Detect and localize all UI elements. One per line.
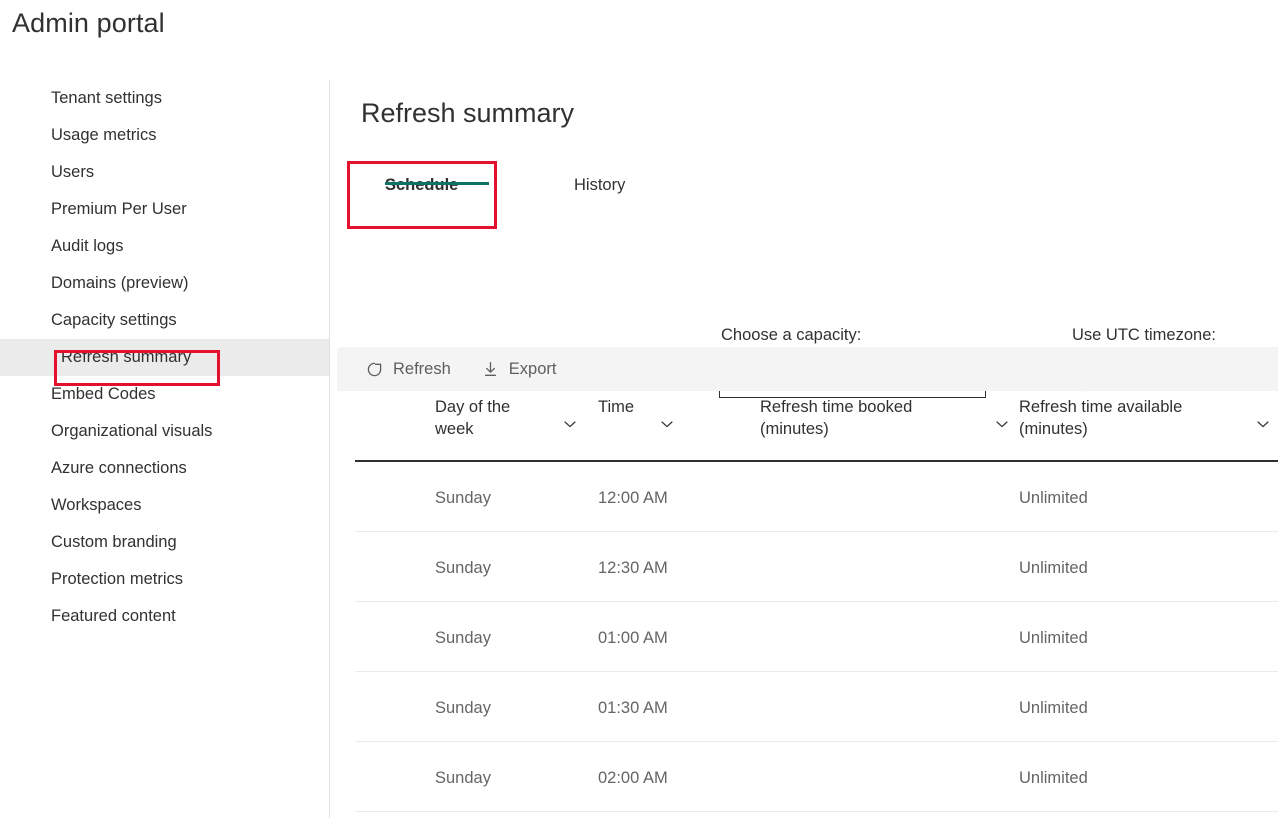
sidebar-item-label: Refresh summary — [61, 348, 192, 366]
refresh-schedule-table: Day of the week Time Refresh time booked… — [350, 391, 1278, 812]
sidebar-item-audit-logs[interactable]: Audit logs — [0, 228, 329, 265]
chevron-down-icon-time[interactable] — [660, 419, 674, 429]
table-row[interactable]: Sunday 12:30 AM Unlimited — [355, 532, 1278, 602]
sidebar-item-label: Embed Codes — [51, 385, 156, 403]
column-header-refresh-time-available: Refresh time available (minutes) — [1019, 397, 1229, 441]
sidebar-nav: Tenant settings Usage metrics Users Premium… — [0, 80, 329, 818]
column-header-day-of-week: Day of the week — [435, 397, 555, 441]
cell-day: Sunday — [435, 489, 491, 507]
sidebar-item-label: Protection metrics — [51, 570, 184, 588]
sidebar-item-label: Custom branding — [51, 533, 177, 551]
tab-history-label: History — [574, 176, 626, 194]
chevron-down-icon-available[interactable] — [1256, 419, 1270, 429]
sidebar-item-users[interactable]: Users — [0, 154, 329, 191]
column-header-time: Time — [598, 397, 634, 419]
capacity-label: Choose a capacity: — [721, 326, 862, 344]
cell-time: 12:30 AM — [598, 559, 668, 577]
sidebar-item-label: Featured content — [51, 607, 176, 625]
refresh-button[interactable]: Refresh — [365, 360, 451, 379]
cell-day: Sunday — [435, 769, 491, 787]
column-header-available-line2: (minutes) — [1019, 419, 1088, 438]
column-header-refresh-time-booked: Refresh time booked (minutes) — [760, 397, 960, 441]
sidebar-item-label: Workspaces — [51, 496, 142, 514]
sidebar-item-protection-metrics[interactable]: Protection metrics — [0, 561, 329, 598]
cell-time: 12:00 AM — [598, 489, 668, 507]
page-title: Refresh summary — [361, 98, 575, 128]
tab-active-underline — [385, 182, 489, 185]
sidebar-item-custom-branding[interactable]: Custom branding — [0, 524, 329, 561]
column-header-booked-line2: (minutes) — [760, 419, 829, 438]
sidebar-item-label: Domains (preview) — [51, 274, 189, 292]
tab-schedule[interactable]: Schedule — [385, 170, 489, 195]
cell-day: Sunday — [435, 629, 491, 647]
cell-time: 02:00 AM — [598, 769, 668, 787]
chevron-down-icon-booked[interactable] — [995, 419, 1009, 429]
table-body: Sunday 12:00 AM Unlimited Sunday 12:30 AM Unl… — [350, 462, 1278, 812]
sidebar-item-label: Azure connections — [51, 459, 187, 477]
sidebar-item-label: Premium Per User — [51, 200, 187, 218]
cell-available: Unlimited — [1019, 629, 1088, 647]
sidebar-item-premium-per-user[interactable]: Premium Per User — [0, 191, 329, 228]
sidebar-item-usage-metrics[interactable]: Usage metrics — [0, 117, 329, 154]
table-row[interactable]: Sunday 02:00 AM Unlimited — [355, 742, 1278, 812]
cell-time: 01:00 AM — [598, 629, 668, 647]
refresh-icon — [365, 360, 384, 379]
sidebar-item-capacity-settings[interactable]: Capacity settings — [0, 302, 329, 339]
sidebar-item-azure-connections[interactable]: Azure connections — [0, 450, 329, 487]
export-button[interactable]: Export — [481, 359, 557, 379]
table-toolbar: Refresh Export — [337, 347, 1278, 391]
sidebar-item-featured-content[interactable]: Featured content — [0, 598, 329, 635]
sidebar-item-organizational-visuals[interactable]: Organizational visuals — [0, 413, 329, 450]
sidebar-item-label: Audit logs — [51, 237, 124, 255]
sidebar-item-domains-preview[interactable]: Domains (preview) — [0, 265, 329, 302]
tab-history[interactable]: History — [574, 170, 625, 195]
cell-day: Sunday — [435, 699, 491, 717]
refresh-button-label: Refresh — [393, 359, 451, 378]
column-header-day-line2: week — [435, 419, 474, 438]
app-root: Admin portal Tenant settings Usage metric… — [0, 0, 1278, 818]
cell-available: Unlimited — [1019, 699, 1088, 717]
cell-day: Sunday — [435, 559, 491, 577]
cell-time: 01:30 AM — [598, 699, 668, 717]
sidebar-item-label: Usage metrics — [51, 126, 157, 144]
table-header-row: Day of the week Time Refresh time booked… — [355, 391, 1278, 462]
utc-timezone-label: Use UTC timezone: — [1072, 326, 1216, 344]
sidebar-item-label: Tenant settings — [51, 89, 162, 107]
table-row[interactable]: Sunday 12:00 AM Unlimited — [355, 462, 1278, 532]
export-button-label: Export — [508, 359, 557, 378]
column-header-booked-line1: Refresh time booked — [760, 398, 913, 416]
sidebar-item-label: Users — [51, 163, 95, 181]
sidebar-item-refresh-summary[interactable]: Refresh summary — [0, 339, 329, 376]
download-icon — [481, 360, 500, 379]
sidebar-item-label: Capacity settings — [51, 311, 177, 329]
column-header-available-line1: Refresh time available — [1019, 398, 1183, 416]
sidebar-item-tenant-settings[interactable]: Tenant settings — [0, 80, 329, 117]
app-title: Admin portal — [12, 8, 165, 38]
cell-available: Unlimited — [1019, 769, 1088, 787]
chevron-down-icon-day[interactable] — [563, 419, 577, 429]
column-header-day-line1: Day of the — [435, 398, 511, 416]
sidebar-item-embed-codes[interactable]: Embed Codes — [0, 376, 329, 413]
column-header-time-line1: Time — [598, 398, 635, 416]
sidebar-item-label: Organizational visuals — [51, 422, 213, 440]
cell-available: Unlimited — [1019, 559, 1088, 577]
sidebar-item-workspaces[interactable]: Workspaces — [0, 487, 329, 524]
cell-available: Unlimited — [1019, 489, 1088, 507]
table-row[interactable]: Sunday 01:30 AM Unlimited — [355, 672, 1278, 742]
table-row[interactable]: Sunday 01:00 AM Unlimited — [355, 602, 1278, 672]
